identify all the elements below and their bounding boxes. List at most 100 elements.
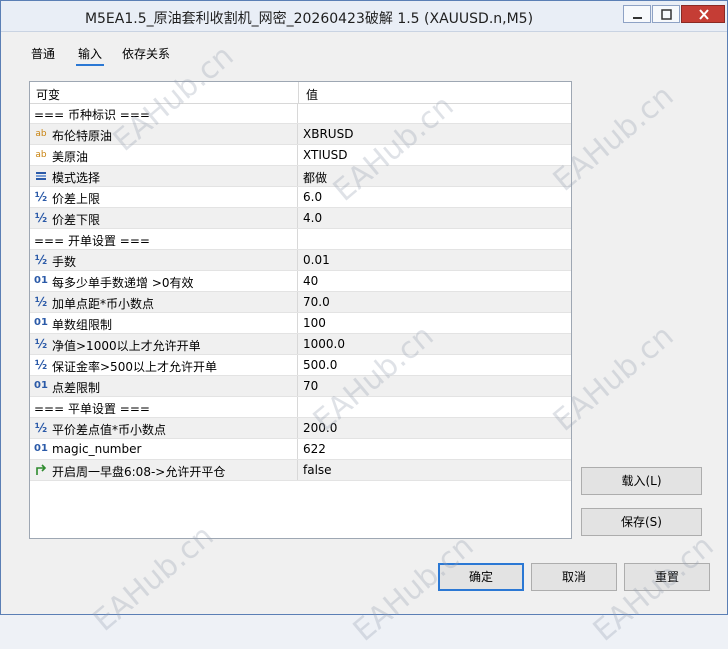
bool-arrow-icon <box>34 463 48 477</box>
close-button[interactable] <box>681 5 725 23</box>
reset-button[interactable]: 重置 <box>624 563 710 591</box>
table-row[interactable]: 01 点差限制 70 <box>30 376 571 397</box>
inputs-grid[interactable]: 可变 值 === 币种标识 === ab 布伦特原油 XBRUSD ab 美原油 XTIUS… <box>29 81 572 539</box>
value-cell[interactable]: 0.01 <box>303 253 330 267</box>
table-row[interactable]: 01 每多少单手数递增 >0有效 40 <box>30 271 571 292</box>
table-row[interactable]: 01 magic_number 622 <box>30 439 571 460</box>
value-cell[interactable]: 500.0 <box>303 358 337 372</box>
variable-name: 美原油 <box>52 150 89 164</box>
variable-cell: 01 每多少单手数递增 >0有效 <box>30 271 298 291</box>
variable-name: 模式选择 <box>52 171 101 185</box>
value-cell[interactable]: 6.0 <box>303 190 322 204</box>
value-cell[interactable]: 1000.0 <box>303 337 345 351</box>
table-row[interactable]: ½ 价差下限 4.0 <box>30 208 571 229</box>
half-double-icon: ½ <box>34 211 48 225</box>
grid-header: 可变 值 <box>30 82 571 104</box>
value-cell[interactable]: 100 <box>303 316 326 330</box>
variable-cell: ½ 手数 <box>30 250 298 270</box>
value-cell[interactable]: 4.0 <box>303 211 322 225</box>
variable-name: === 币种标识 === <box>34 108 150 122</box>
variable-name: magic_number <box>52 442 142 456</box>
int-icon: 01 <box>34 443 48 454</box>
table-row[interactable]: 开启周一早盘6:08->允许开平仓 false <box>30 460 571 481</box>
value-cell[interactable]: 都做 <box>303 169 327 186</box>
variable-cell: 模式选择 <box>30 166 298 186</box>
value-cell[interactable]: 70.0 <box>303 295 330 309</box>
value-cell[interactable]: XTIUSD <box>303 148 348 162</box>
variable-cell: 01 magic_number <box>30 439 298 459</box>
variable-cell: ½ 价差上限 <box>30 187 298 207</box>
half-double-icon: ½ <box>34 190 48 204</box>
column-header-variable[interactable]: 可变 <box>36 86 60 103</box>
variable-name: 单数组限制 <box>52 318 113 332</box>
ok-button[interactable]: 确定 <box>438 563 524 591</box>
variable-name: 价差下限 <box>52 213 101 227</box>
value-cell[interactable]: 200.0 <box>303 421 337 435</box>
cancel-button[interactable]: 取消 <box>531 563 617 591</box>
table-row[interactable]: === 平单设置 === <box>30 397 571 418</box>
variable-name: 点差限制 <box>52 381 101 395</box>
table-row[interactable]: ½ 平价差点值*币小数点 200.0 <box>30 418 571 439</box>
half-double-icon: ½ <box>34 253 48 267</box>
enum-list-icon <box>34 169 48 183</box>
table-row[interactable]: ½ 保证金率>500以上才允许开单 500.0 <box>30 355 571 376</box>
variable-cell: ½ 价差下限 <box>30 208 298 228</box>
half-double-icon: ½ <box>34 421 48 435</box>
table-row[interactable]: ½ 价差上限 6.0 <box>30 187 571 208</box>
variable-cell: ab 美原油 <box>30 145 298 165</box>
minimize-button[interactable] <box>623 5 651 23</box>
half-double-icon: ½ <box>34 358 48 372</box>
table-row[interactable]: ab 布伦特原油 XBRUSD <box>30 124 571 145</box>
variable-cell: ½ 平价差点值*币小数点 <box>30 418 298 438</box>
tab-inputs[interactable]: 输入 <box>76 46 105 66</box>
title-bar[interactable]: M5EA1.5_原油套利收割机_网密_20260423破解 1.5 (XAUUS… <box>1 1 727 32</box>
column-header-value[interactable]: 值 <box>306 86 318 103</box>
variable-cell: 开启周一早盘6:08->允许开平仓 <box>30 460 298 480</box>
variable-name: 开启周一早盘6:08->允许开平仓 <box>52 465 226 479</box>
ab-string-icon: ab <box>35 150 47 160</box>
value-cell[interactable]: 40 <box>303 274 318 288</box>
half-double-icon: ½ <box>34 337 48 351</box>
variable-name: 保证金率>500以上才允许开单 <box>52 360 217 374</box>
int-icon: 01 <box>34 380 48 391</box>
variable-cell: ½ 净值>1000以上才允许开单 <box>30 334 298 354</box>
table-row[interactable]: === 币种标识 === <box>30 103 571 124</box>
int-icon: 01 <box>34 275 48 286</box>
table-row[interactable]: === 开单设置 === <box>30 229 571 250</box>
value-cell[interactable]: XBRUSD <box>303 127 353 141</box>
variable-cell: === 平单设置 === <box>30 397 298 417</box>
tab-dependencies[interactable]: 依存关系 <box>120 46 172 62</box>
table-row[interactable]: ½ 净值>1000以上才允许开单 1000.0 <box>30 334 571 355</box>
value-cell[interactable]: 622 <box>303 442 326 456</box>
variable-name: 每多少单手数递增 >0有效 <box>52 276 194 290</box>
value-cell[interactable]: false <box>303 463 332 477</box>
table-row[interactable]: ½ 手数 0.01 <box>30 250 571 271</box>
table-row[interactable]: 01 单数组限制 100 <box>30 313 571 334</box>
load-button[interactable]: 载入(L) <box>581 467 702 495</box>
variable-name: 价差上限 <box>52 192 101 206</box>
variable-cell: === 开单设置 === <box>30 229 298 249</box>
variable-cell: ab 布伦特原油 <box>30 124 298 144</box>
value-cell[interactable]: 70 <box>303 379 318 393</box>
ea-properties-dialog: M5EA1.5_原油套利收割机_网密_20260423破解 1.5 (XAUUS… <box>0 0 728 649</box>
maximize-button[interactable] <box>652 5 680 23</box>
variable-cell: 01 单数组限制 <box>30 313 298 333</box>
window-title: M5EA1.5_原油套利收割机_网密_20260423破解 1.5 (XAUUS… <box>84 11 534 27</box>
table-row[interactable]: ab 美原油 XTIUSD <box>30 145 571 166</box>
table-row[interactable]: 模式选择 都做 <box>30 166 571 187</box>
ab-string-icon: ab <box>35 129 47 139</box>
variable-cell: ½ 保证金率>500以上才允许开单 <box>30 355 298 375</box>
variable-cell: 01 点差限制 <box>30 376 298 396</box>
tab-common[interactable]: 普通 <box>29 46 57 62</box>
close-icon <box>699 9 709 20</box>
variable-name: === 开单设置 === <box>34 234 150 248</box>
table-row[interactable]: ½ 加单点距*币小数点 70.0 <box>30 292 571 313</box>
grid-rows: === 币种标识 === ab 布伦特原油 XBRUSD ab 美原油 XTIUSD 模式选择… <box>30 103 571 481</box>
variable-name: === 平单设置 === <box>34 402 150 416</box>
variable-name: 平价差点值*币小数点 <box>52 423 167 437</box>
variable-cell: === 币种标识 === <box>30 103 298 123</box>
variable-name: 布伦特原油 <box>52 129 113 143</box>
save-button[interactable]: 保存(S) <box>581 508 702 536</box>
variable-name: 加单点距*币小数点 <box>52 297 155 311</box>
half-double-icon: ½ <box>34 295 48 309</box>
